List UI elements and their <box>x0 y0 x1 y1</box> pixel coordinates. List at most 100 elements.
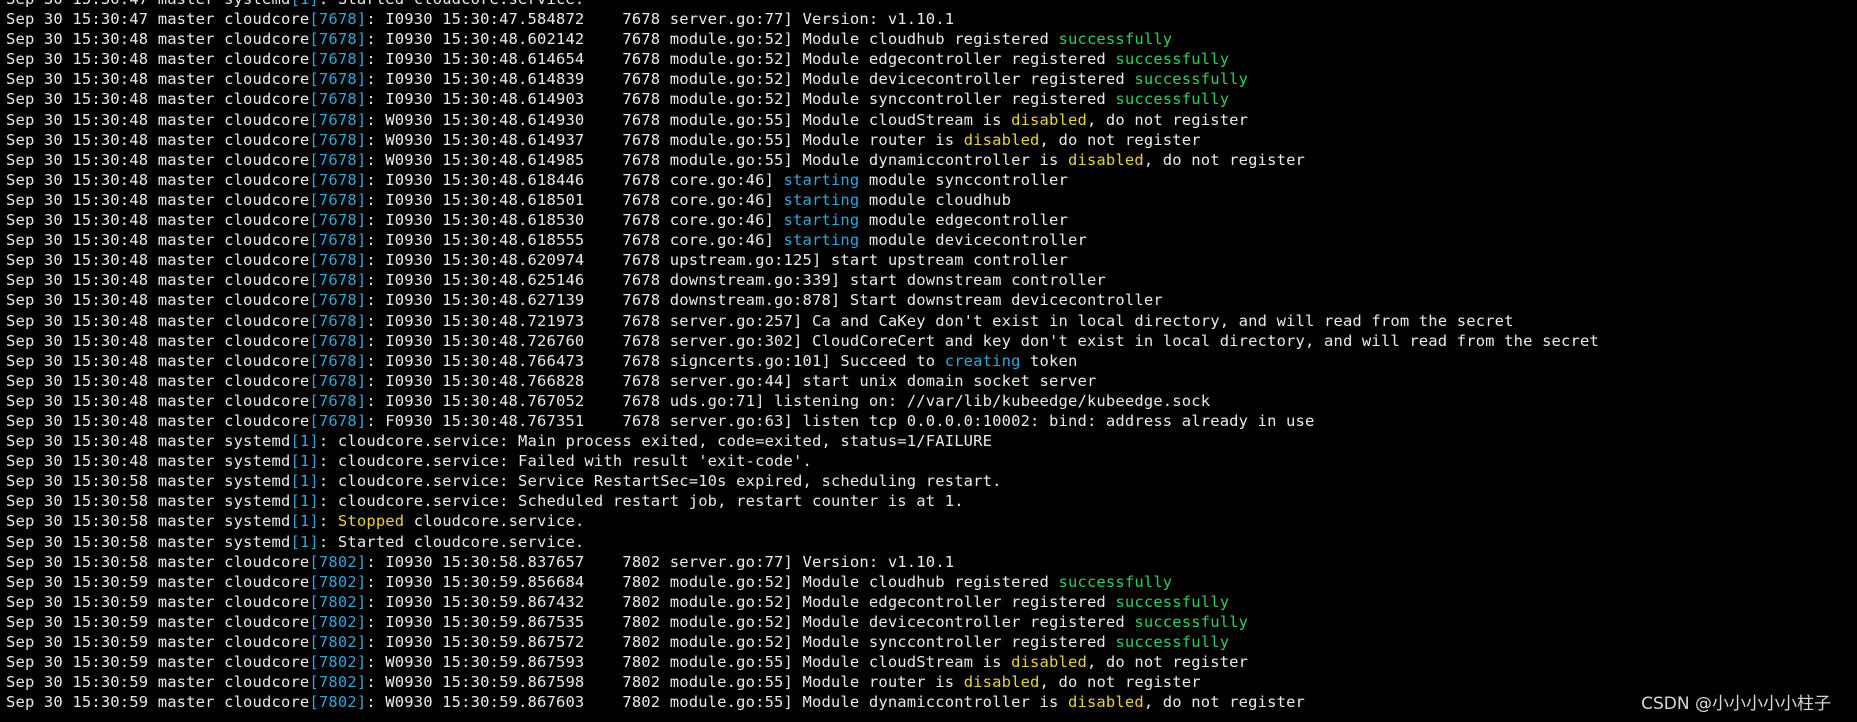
status-starting: starting <box>783 211 860 230</box>
log-line: Sep 30 15:30:58 master systemd[1]: cloud… <box>0 471 1857 491</box>
pid-label: [7678] <box>309 110 367 129</box>
log-line: Sep 30 15:30:48 master cloudcore[7678]: … <box>0 49 1857 69</box>
log-text: : I0930 15:30:59.867432 7802 module.go:5… <box>366 592 1116 611</box>
log-text: : I0930 15:30:48.602142 7678 module.go:5… <box>366 30 1059 49</box>
log-line: Sep 30 15:30:47 master systemd[1]: Start… <box>0 0 1857 9</box>
pid-label: [7678] <box>309 351 367 370</box>
log-line: Sep 30 15:30:48 master cloudcore[7678]: … <box>0 250 1857 270</box>
log-text: module devicecontroller <box>859 231 1087 250</box>
log-line: Sep 30 15:30:48 master cloudcore[7678]: … <box>0 391 1857 411</box>
status-disabled: disabled <box>1067 150 1144 169</box>
pid-label: [7678] <box>309 170 367 189</box>
pid-label: [7678] <box>309 90 367 109</box>
log-text: Sep 30 15:30:47 master systemd <box>6 0 290 8</box>
log-text: : Started cloudcore.service. <box>319 0 585 8</box>
status-disabled: disabled <box>1067 693 1144 712</box>
pid-label: [7802] <box>309 633 367 651</box>
log-text: Sep 30 15:30:59 master cloudcore <box>6 673 310 692</box>
log-text: : F0930 15:30:48.767351 7678 server.go:6… <box>366 411 1315 430</box>
log-line: Sep 30 15:30:48 master cloudcore[7678]: … <box>0 331 1857 351</box>
log-line: Sep 30 15:30:59 master cloudcore[7802]: … <box>0 592 1857 612</box>
pid-label: [1] <box>290 472 319 491</box>
pid-label: [7678] <box>309 331 367 350</box>
log-text: : W0930 15:30:59.867598 7802 module.go:5… <box>366 673 964 692</box>
pid-label: [7802] <box>309 612 367 631</box>
pid-label: [1] <box>290 532 319 551</box>
log-line: Sep 30 15:30:48 master cloudcore[7678]: … <box>0 210 1857 230</box>
log-text: : I0930 15:30:58.837657 7802 server.go:7… <box>366 552 955 571</box>
pid-label: [7678] <box>309 10 367 29</box>
pid-label: [1] <box>290 452 319 471</box>
log-text: Sep 30 15:30:59 master cloudcore <box>6 612 310 631</box>
log-line: Sep 30 15:30:48 master cloudcore[7678]: … <box>0 230 1857 250</box>
log-line: Sep 30 15:30:47 master cloudcore[7678]: … <box>0 9 1857 29</box>
log-text: : W0930 15:30:59.867593 7802 module.go:5… <box>366 653 1012 672</box>
log-text: , do not register <box>1143 693 1306 712</box>
status-disabled: disabled <box>963 130 1040 149</box>
log-text: : cloudcore.service: Failed with result … <box>318 452 812 471</box>
log-text: Sep 30 15:30:59 master cloudcore <box>6 633 310 651</box>
log-line: Sep 30 15:30:59 master cloudcore[7802]: … <box>0 692 1857 712</box>
log-line: Sep 30 15:30:48 master cloudcore[7678]: … <box>0 170 1857 190</box>
pid-label: [7678] <box>309 311 367 330</box>
pid-label: [7802] <box>309 673 367 692</box>
log-text: Sep 30 15:30:59 master cloudcore <box>6 653 310 672</box>
status-starting: starting <box>783 190 860 209</box>
csdn-watermark: CSDN @小小小小小柱子 <box>1641 694 1831 714</box>
log-line: Sep 30 15:30:48 master systemd[1]: cloud… <box>0 451 1857 471</box>
log-line: Sep 30 15:30:58 master systemd[1]: Start… <box>0 532 1857 552</box>
terminal-output[interactable]: Sep 30 15:30:47 master systemd[1]: Start… <box>0 0 1857 722</box>
log-line: Sep 30 15:30:48 master cloudcore[7678]: … <box>0 89 1857 109</box>
status-stopped: Stopped <box>337 512 405 531</box>
log-line: Sep 30 15:30:59 master cloudcore[7802]: … <box>0 572 1857 592</box>
status-success: successfully <box>1115 633 1230 651</box>
pid-label: [7802] <box>309 693 367 712</box>
status-success: successfully <box>1115 90 1230 109</box>
log-text: : I0930 15:30:48.618555 7678 core.go:46] <box>366 231 784 250</box>
pid-label: [7678] <box>309 50 367 69</box>
log-line: Sep 30 15:30:59 master cloudcore[7802]: … <box>0 652 1857 672</box>
log-line: Sep 30 15:30:48 master cloudcore[7678]: … <box>0 110 1857 130</box>
log-text: : I0930 15:30:48.618530 7678 core.go:46] <box>366 211 784 230</box>
log-text: : W0930 15:30:59.867603 7802 module.go:5… <box>366 693 1068 712</box>
pid-label: [1] <box>290 432 319 451</box>
log-text: Sep 30 15:30:58 master systemd <box>6 492 291 511</box>
status-disabled: disabled <box>1011 653 1087 672</box>
log-line: Sep 30 15:30:48 master cloudcore[7678]: … <box>0 351 1857 371</box>
log-text: Sep 30 15:30:48 master cloudcore <box>6 371 310 390</box>
log-text: module edgecontroller <box>859 211 1068 230</box>
log-text: module cloudhub <box>859 190 1012 209</box>
log-text: : cloudcore.service: Scheduled restart j… <box>318 492 964 511</box>
pid-label: [7802] <box>309 592 367 611</box>
status-success: successfully <box>1134 612 1249 631</box>
log-line: Sep 30 15:30:48 master cloudcore[7678]: … <box>0 270 1857 290</box>
log-text: Sep 30 15:30:48 master cloudcore <box>6 30 310 49</box>
log-text: Sep 30 15:30:48 master cloudcore <box>6 90 310 109</box>
log-text: Sep 30 15:30:59 master cloudcore <box>6 572 310 591</box>
log-text: cloudcore.service. <box>404 512 585 531</box>
log-text: Sep 30 15:30:48 master cloudcore <box>6 110 310 129</box>
log-line: Sep 30 15:30:48 master cloudcore[7678]: … <box>0 311 1857 331</box>
log-text: : Started cloudcore.service. <box>318 532 585 551</box>
log-text: Sep 30 15:30:48 master cloudcore <box>6 351 310 370</box>
log-text: Sep 30 15:30:58 master cloudcore <box>6 552 310 571</box>
log-text: Sep 30 15:30:48 master cloudcore <box>6 231 310 250</box>
log-text: , do not register <box>1143 150 1306 169</box>
pid-label: [7678] <box>309 190 367 209</box>
pid-label: [7678] <box>309 391 367 410</box>
pid-label: [7678] <box>309 30 367 49</box>
log-line: Sep 30 15:30:58 master cloudcore[7802]: … <box>0 552 1857 572</box>
log-text: : I0930 15:30:59.867572 7802 module.go:5… <box>366 633 1116 651</box>
pid-label: [7802] <box>309 552 367 571</box>
pid-label: [7678] <box>309 211 367 230</box>
log-text: token <box>1020 351 1078 370</box>
log-line: Sep 30 15:30:48 master cloudcore[7678]: … <box>0 290 1857 310</box>
log-text: Sep 30 15:30:58 master systemd <box>6 532 291 551</box>
log-text: : I0930 15:30:48.614654 7678 module.go:5… <box>366 50 1116 69</box>
pid-label: [7802] <box>309 572 367 591</box>
pid-label: [1] <box>290 0 318 8</box>
log-text: Sep 30 15:30:48 master cloudcore <box>6 411 310 430</box>
pid-label: [7802] <box>309 653 367 672</box>
log-text: : I0930 15:30:48.721973 7678 server.go:2… <box>366 311 1514 330</box>
log-text: Sep 30 15:30:48 master cloudcore <box>6 70 310 89</box>
